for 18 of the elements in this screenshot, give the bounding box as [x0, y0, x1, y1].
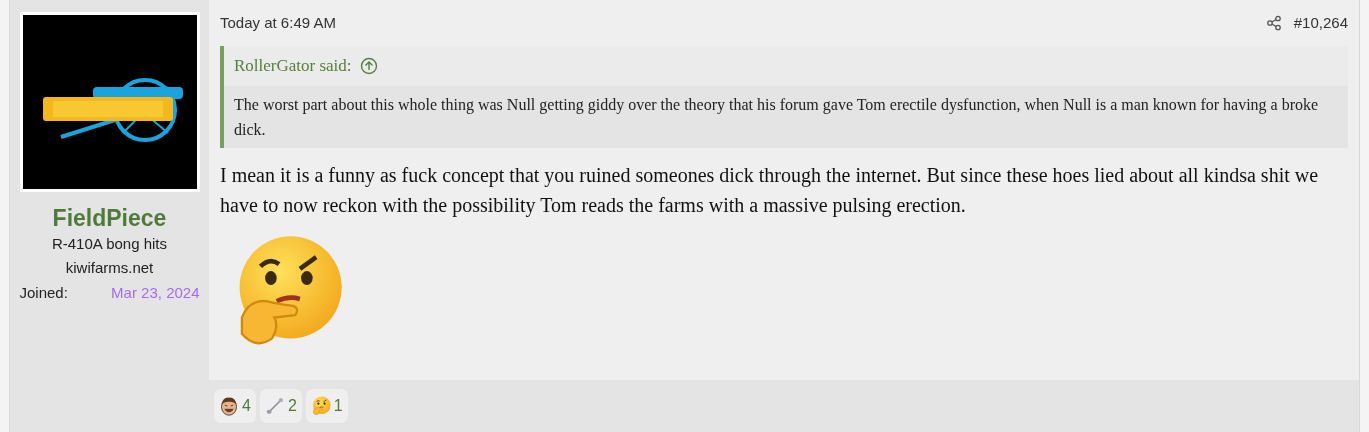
reaction-button[interactable]: 2: [259, 389, 302, 423]
user-title: R-410A bong hits: [51, 234, 168, 254]
spoon-icon: [264, 396, 285, 416]
joined-date: Mar 23, 2024: [111, 283, 200, 303]
share-icon[interactable]: [1265, 15, 1282, 31]
post-number-link[interactable]: #10,264: [1293, 11, 1348, 35]
username-link[interactable]: FieldPiece: [52, 204, 167, 232]
thinking-face-icon: [310, 396, 331, 416]
arrow-up-icon[interactable]: [359, 57, 378, 75]
laughing-face-icon: [219, 396, 239, 416]
reaction-button[interactable]: 4: [214, 389, 256, 423]
joined-label: Joined:: [19, 283, 68, 303]
quote-author-link[interactable]: RollerGator said:: [234, 53, 352, 79]
quote-text: The worst part about this whole thing was Null getting giddy over the theory that his forum gave Tom erectile dysfunction, when Null is a man known for having a broke dick.: [234, 95, 1320, 140]
post-time[interactable]: Today at 6:49 AM: [220, 11, 336, 35]
post-text: I mean it is a funny as fuck concept that you ruined someones dick through the internet. But since these hoes lied about all kindsa shit we have to now reckon with the possibility Tom reads the farms with a massive pulsing erection.: [220, 163, 1320, 219]
user-site: kiwifarms.net: [65, 258, 154, 278]
reaction-button[interactable]: 1: [305, 389, 348, 423]
